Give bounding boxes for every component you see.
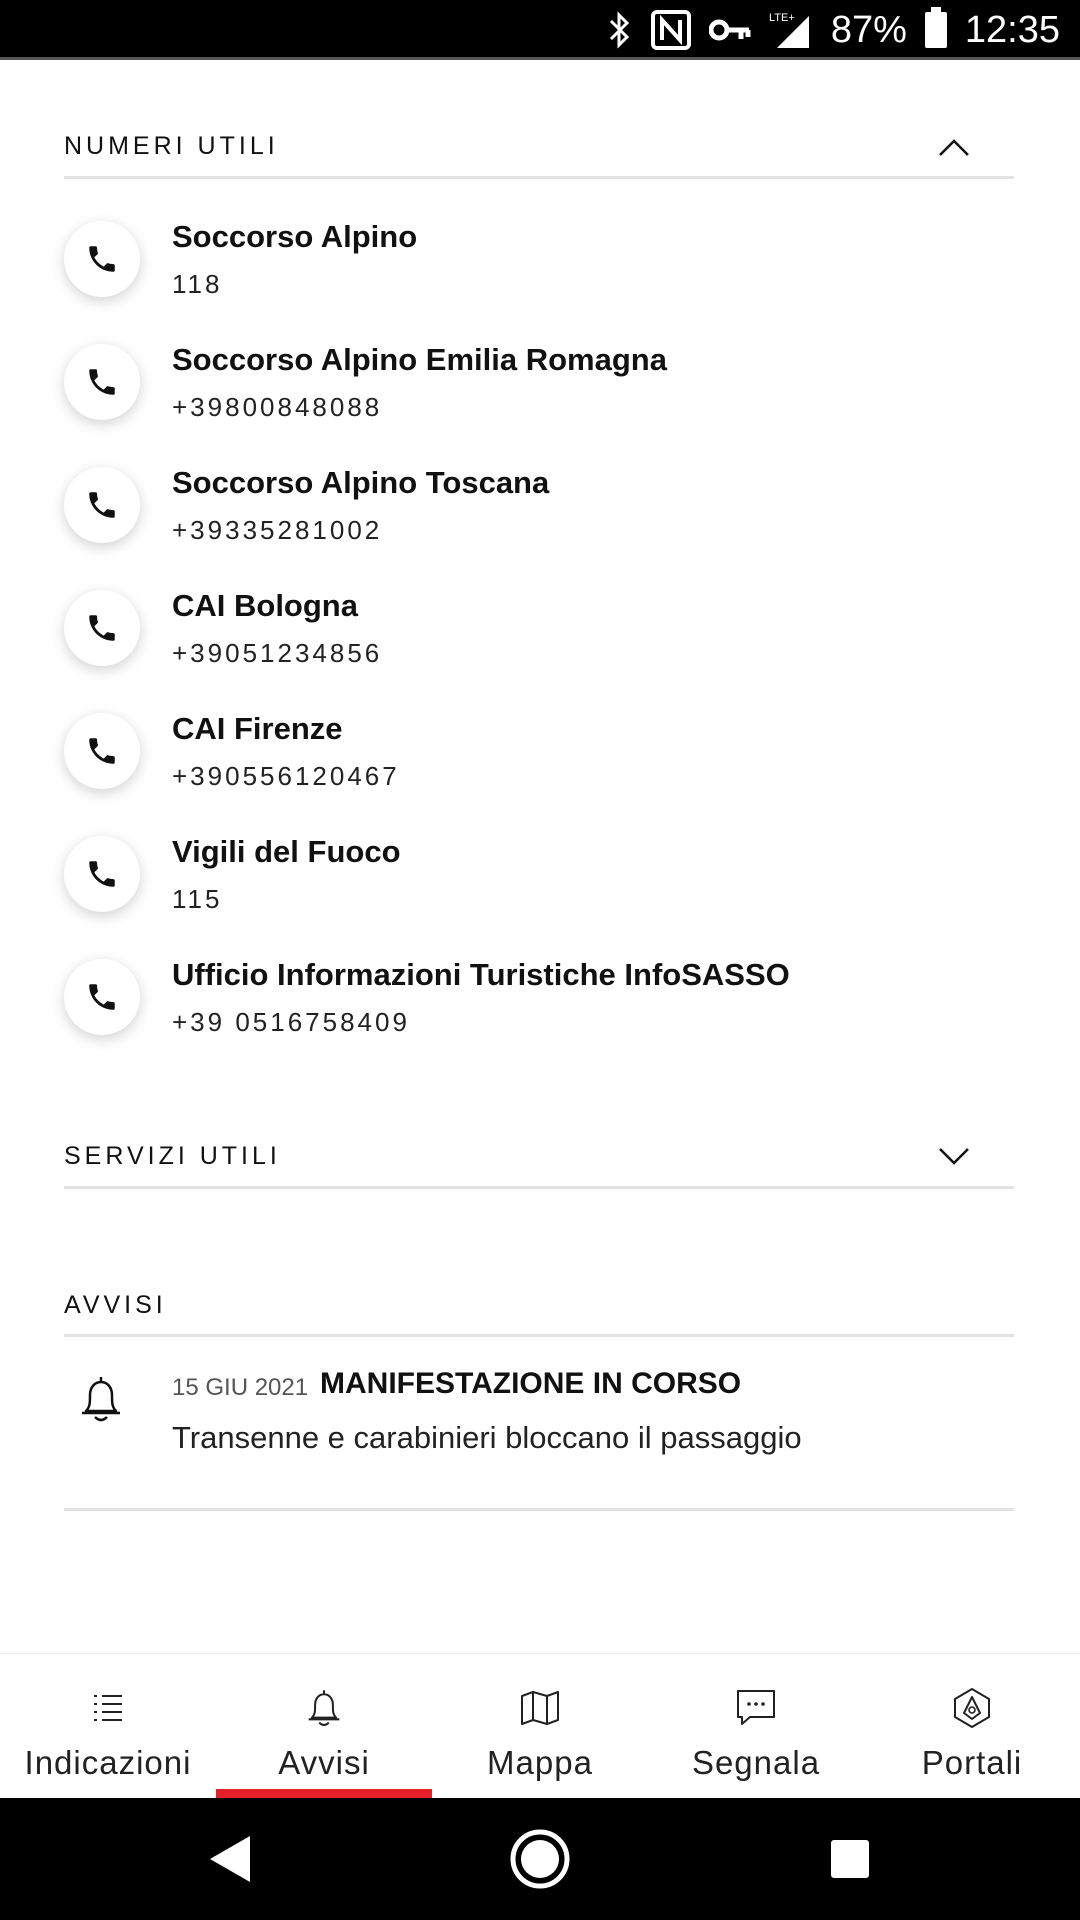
contact-number[interactable]: +390556120467 xyxy=(172,761,400,792)
nav-label: Portali xyxy=(921,1744,1023,1781)
contact-number[interactable]: +39 0516758409 xyxy=(172,1007,410,1038)
numeri-utili-title: NUMERI UTILI xyxy=(64,132,279,160)
phone-icon xyxy=(89,369,115,395)
nav-item-portali[interactable]: Portali xyxy=(864,1654,1080,1799)
contact-number[interactable]: 118 xyxy=(172,269,222,300)
phone-icon xyxy=(89,492,115,518)
call-button[interactable] xyxy=(64,221,140,297)
recents-square-icon xyxy=(831,1840,869,1878)
nav-label: Indicazioni xyxy=(24,1744,192,1781)
nav-label: Segnala xyxy=(691,1744,821,1781)
system-navigation-bar xyxy=(0,1798,1080,1920)
nfc-icon xyxy=(650,10,691,50)
portal-icon xyxy=(952,1686,992,1730)
phone-icon xyxy=(89,984,115,1010)
nav-label: Avvisi xyxy=(278,1744,370,1781)
nav-item-mappa[interactable]: Mappa xyxy=(432,1654,648,1799)
avvisi-header: AVVISI xyxy=(64,1277,1014,1337)
call-button[interactable] xyxy=(64,713,140,789)
status-bar: LTE+ 87% 12:35 xyxy=(0,0,1080,60)
home-button[interactable] xyxy=(509,1798,571,1920)
contact-number[interactable]: +39800848088 xyxy=(172,392,382,423)
call-button[interactable] xyxy=(64,344,140,420)
recents-button[interactable] xyxy=(830,1798,870,1920)
contact-item: Vigili del Fuoco 115 xyxy=(64,834,1014,946)
lte-signal-icon: LTE+ xyxy=(769,10,813,50)
nav-item-segnala[interactable]: Segnala xyxy=(648,1654,864,1799)
status-icons: LTE+ 87% 12:35 xyxy=(607,0,1060,60)
servizi-utili-title: SERVIZI UTILI xyxy=(64,1142,281,1170)
notice-title: MANIFESTAZIONE IN CORSO xyxy=(320,1367,742,1400)
avvisi-title: AVVISI xyxy=(64,1291,167,1319)
main-content: NUMERI UTILI Soccorso Alpino 118 Soccors… xyxy=(0,63,1080,1653)
contact-name: Vigili del Fuoco xyxy=(172,834,401,869)
contact-name: Ufficio Informazioni Turistiche InfoSASS… xyxy=(172,957,790,992)
contact-item: Soccorso Alpino Toscana +39335281002 xyxy=(64,465,1014,577)
nav-label: Mappa xyxy=(487,1744,593,1781)
contact-item: CAI Bologna +39051234856 xyxy=(64,588,1014,700)
chevron-down-icon[interactable] xyxy=(938,1147,970,1167)
bluetooth-icon xyxy=(607,11,633,49)
back-triangle-icon xyxy=(210,1836,250,1882)
battery-percent: 87% xyxy=(830,8,907,51)
contact-name: CAI Bologna xyxy=(172,588,358,623)
battery-icon xyxy=(924,7,947,48)
notice-body: Transenne e carabinieri bloccano il pass… xyxy=(172,1420,802,1455)
bell-icon xyxy=(78,1373,124,1429)
list-icon xyxy=(91,1686,125,1730)
contact-item: Soccorso Alpino Emilia Romagna +39800848… xyxy=(64,342,1014,454)
map-icon xyxy=(520,1686,560,1730)
nav-item-indicazioni[interactable]: Indicazioni xyxy=(0,1654,216,1799)
bell-icon xyxy=(305,1686,343,1730)
contact-number[interactable]: +39335281002 xyxy=(172,515,382,546)
phone-icon xyxy=(89,246,115,272)
chevron-up-icon[interactable] xyxy=(938,137,970,157)
phone-icon xyxy=(89,738,115,764)
notice-date: 15 GIU 2021 xyxy=(172,1374,309,1401)
contact-name: Soccorso Alpino Emilia Romagna xyxy=(172,342,667,377)
clock: 12:35 xyxy=(964,8,1060,51)
home-circle-icon xyxy=(510,1829,570,1889)
contact-item: Ufficio Informazioni Turistiche InfoSASS… xyxy=(64,957,1014,1069)
contact-name: Soccorso Alpino Toscana xyxy=(172,465,550,500)
call-button[interactable] xyxy=(64,590,140,666)
contact-number[interactable]: +39051234856 xyxy=(172,638,382,669)
call-button[interactable] xyxy=(64,467,140,543)
servizi-utili-header[interactable]: SERVIZI UTILI xyxy=(64,1127,1014,1189)
phone-icon xyxy=(89,615,115,641)
message-icon xyxy=(736,1686,776,1730)
numeri-utili-header[interactable]: NUMERI UTILI xyxy=(64,117,1014,179)
contact-name: Soccorso Alpino xyxy=(172,219,418,254)
phone-icon xyxy=(89,861,115,887)
contact-item: Soccorso Alpino 118 xyxy=(64,219,1014,331)
bottom-navigation: Indicazioni Avvisi Mappa Segnala Portali xyxy=(0,1653,1080,1799)
contact-item: CAI Firenze +390556120467 xyxy=(64,711,1014,823)
back-button[interactable] xyxy=(206,1798,252,1920)
call-button[interactable] xyxy=(64,959,140,1035)
contact-number[interactable]: 115 xyxy=(172,884,222,915)
call-button[interactable] xyxy=(64,836,140,912)
vpn-key-icon xyxy=(708,17,751,43)
contact-name: CAI Firenze xyxy=(172,711,343,746)
nav-item-avvisi[interactable]: Avvisi xyxy=(216,1654,432,1799)
notice-item[interactable]: 15 GIU 2021 MANIFESTAZIONE IN CORSO Tran… xyxy=(64,1338,1014,1511)
network-type-label: LTE+ xyxy=(769,12,795,24)
